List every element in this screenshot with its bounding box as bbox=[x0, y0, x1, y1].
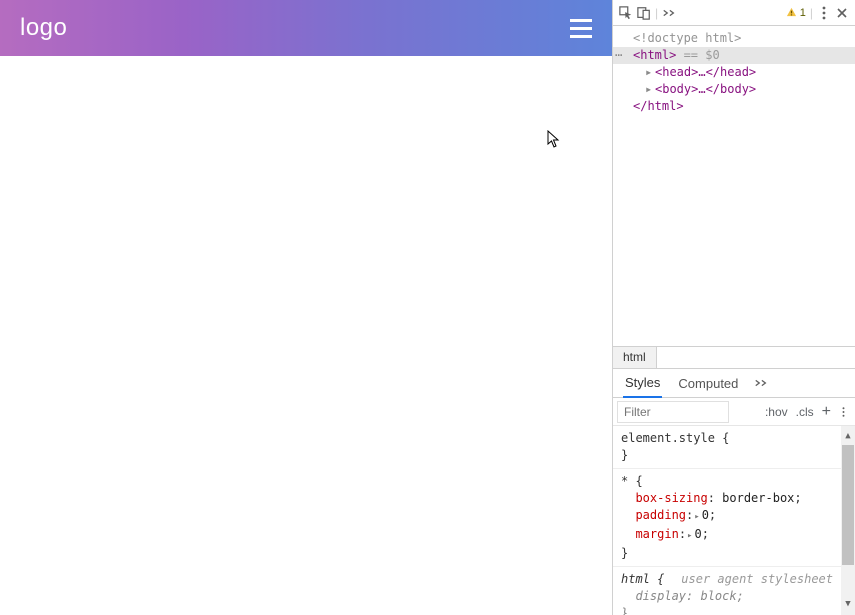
scroll-down-icon[interactable]: ▼ bbox=[845, 596, 850, 613]
tab-computed[interactable]: Computed bbox=[676, 370, 740, 397]
new-style-rule-icon[interactable]: + bbox=[822, 405, 831, 419]
tabs-overflow-icon[interactable] bbox=[662, 6, 676, 20]
dom-tree[interactable]: <!doctype html> ⋯<html> == $0 ▸<head>…</… bbox=[613, 26, 855, 346]
styles-toolbar: :hov .cls + bbox=[613, 398, 855, 426]
styles-overflow-icon[interactable] bbox=[839, 405, 847, 419]
rule-html-ua[interactable]: html {user agent stylesheet display: blo… bbox=[613, 567, 841, 615]
page-header: logo bbox=[0, 0, 612, 56]
dom-node-html-close[interactable]: </html> bbox=[613, 98, 855, 115]
warnings-count: 1 bbox=[800, 7, 806, 19]
styles-scrollbar[interactable]: ▲ ▼ bbox=[841, 426, 855, 615]
device-toolbar-icon[interactable] bbox=[637, 6, 651, 20]
devtools-toolbar: | 1 | bbox=[613, 0, 855, 26]
scroll-up-icon[interactable]: ▲ bbox=[845, 428, 850, 445]
rule-universal[interactable]: * { box-sizing: border-box; padding:0; m… bbox=[613, 469, 841, 567]
cls-toggle[interactable]: .cls bbox=[796, 405, 814, 419]
inspect-element-icon[interactable] bbox=[619, 6, 633, 20]
dom-node-body[interactable]: ▸<body>…</body> bbox=[613, 81, 855, 98]
styles-pane-tabs: Styles Computed bbox=[613, 368, 855, 398]
mouse-cursor-icon bbox=[547, 130, 561, 153]
dom-doctype[interactable]: <!doctype html> bbox=[633, 31, 741, 45]
rule-element-style[interactable]: element.style { } bbox=[613, 426, 841, 469]
devtools-panel: | 1 | <!doctype html> ⋯<html> == $0 ▸<he… bbox=[612, 0, 855, 615]
logo-text: logo bbox=[20, 14, 67, 42]
breadcrumb-html[interactable]: html bbox=[613, 347, 657, 368]
dom-node-head[interactable]: ▸<head>…</head> bbox=[613, 64, 855, 81]
page-viewport: logo bbox=[0, 0, 612, 615]
hamburger-menu-icon[interactable] bbox=[570, 19, 592, 38]
close-icon[interactable] bbox=[835, 6, 849, 20]
dom-node-html[interactable]: ⋯<html> == $0 bbox=[613, 47, 855, 64]
tab-styles[interactable]: Styles bbox=[623, 369, 662, 398]
dom-breadcrumbs: html bbox=[613, 346, 855, 368]
styles-rules[interactable]: ▲ ▼ element.style { } * { box-sizing: bo… bbox=[613, 426, 855, 615]
warnings-badge[interactable]: 1 bbox=[786, 7, 806, 19]
styles-filter-input[interactable] bbox=[617, 401, 729, 423]
styles-tabs-overflow-icon[interactable] bbox=[754, 376, 768, 390]
kebab-menu-icon[interactable] bbox=[817, 6, 831, 20]
hov-toggle[interactable]: :hov bbox=[765, 405, 788, 419]
